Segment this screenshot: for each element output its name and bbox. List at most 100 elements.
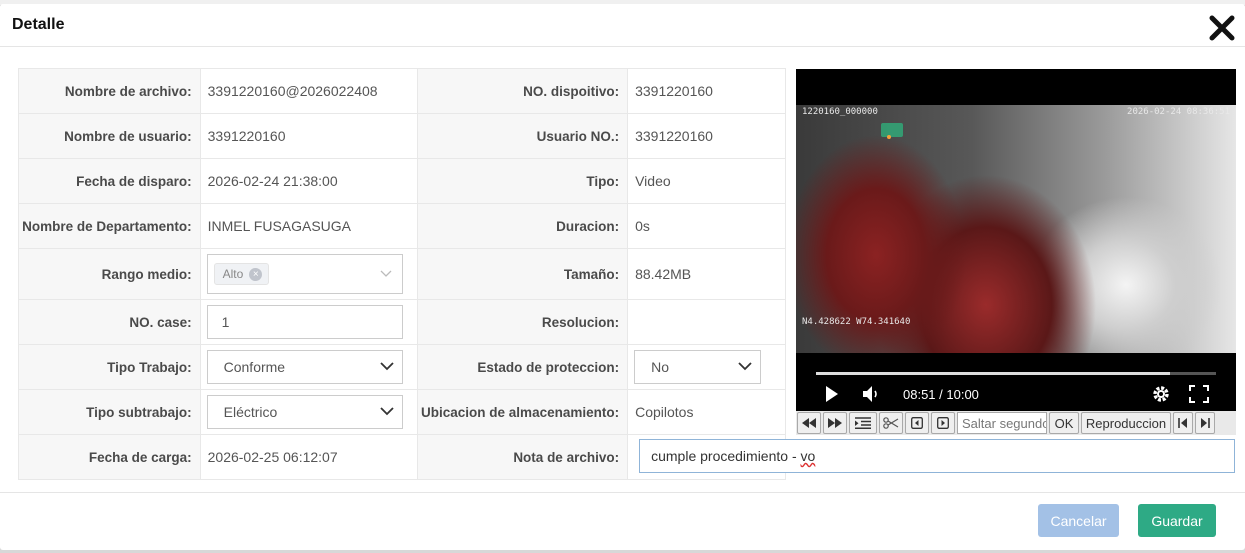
scissors-icon [883,417,899,429]
label-usuario-no: Usuario NO.: [416,113,629,159]
tipo-trabajo-value: Conforme [223,359,286,375]
label-nombre-usuario: Nombre de usuario: [18,113,201,159]
nota-archivo-text: cumple procedimiento - [651,448,801,464]
table-row: Nombre de Departamento: INMEL FUSAGASUGA… [18,203,786,249]
modal-footer: Cancelar Guardar [0,492,1245,546]
rango-medio-tag: Alto × [213,263,270,285]
ok-button[interactable]: OK [1049,412,1079,434]
modal-title: Detalle [12,16,65,33]
chevron-down-icon [380,270,392,277]
chevron-down-icon [738,362,752,371]
save-button[interactable]: Guardar [1138,504,1216,537]
label-tipo: Tipo: [416,158,629,204]
label-tamano: Tamaño: [416,248,629,300]
chevron-down-icon [379,407,394,416]
table-row: Fecha de carga: 2026-02-25 06:12:07 Nota… [18,434,1236,480]
frame-back-button[interactable] [905,412,929,434]
cut-button[interactable] [879,412,903,434]
video-controls: 08:51 / 10:00 [796,379,1236,409]
rewind-icon [802,418,816,428]
skip-end-button[interactable] [1195,412,1215,434]
video-green-light [881,123,903,137]
label-ubicacion: Ubicacion de almacenamiento: [416,389,629,435]
video-time: 08:51 / 10:00 [903,387,979,402]
nota-archivo-misspelled: vo [800,448,816,464]
estado-proteccion-select[interactable]: No [634,350,762,384]
list-indent-icon [855,417,871,429]
video-overlay-id: 1220160_000000 [802,107,878,117]
tag-remove-icon[interactable]: × [249,267,263,281]
playback-button[interactable]: Reproduccion [1081,412,1171,434]
value-duracion: 0s [635,218,650,234]
fast-forward-button[interactable] [823,412,847,434]
tipo-subtrabajo-value: Eléctrico [223,404,278,420]
skip-start-icon [1178,418,1187,428]
rango-medio-tag-label: Alto [222,267,244,281]
value-resolucion [634,314,635,330]
table-row: Fecha de disparo: 2026-02-24 21:38:00 Ti… [18,158,786,204]
label-nombre-archivo: Nombre de archivo: [18,68,201,114]
chevron-down-icon [379,362,394,371]
label-resolucion: Resolucion: [416,299,629,345]
video-progress-fill [816,372,1170,375]
close-icon[interactable] [1209,15,1235,41]
table-row: Tipo subtrabajo: Eléctrico Ubicacion de … [18,389,786,435]
label-rango-medio: Rango medio: [18,248,201,300]
label-duracion: Duracion: [416,203,629,249]
table-row: Rango medio: Alto × Tamaño: 88.42MB [18,248,786,300]
label-estado-proteccion: Estado de proteccion: [416,344,629,390]
nota-archivo-input[interactable]: cumple procedimiento - vo [639,439,1236,473]
no-case-input[interactable]: 1 [206,305,403,339]
value-tipo: Video [635,173,671,189]
video-progress-bar[interactable] [816,372,1216,375]
rewind-button[interactable] [797,412,821,434]
detail-form: Nombre de archivo: 3391220160@2026022408… [18,68,1236,480]
detail-table: Nombre de archivo: 3391220160@2026022408… [18,68,1236,480]
label-tipo-trabajo: Tipo Trabajo: [18,344,201,390]
playback-toolbar: Saltar segundos OK Reproduccion [796,411,1236,435]
tipo-trabajo-select[interactable]: Conforme [206,350,403,384]
video-orange-light [887,135,891,139]
volume-icon[interactable] [862,385,882,406]
frame-forward-button[interactable] [931,412,955,434]
video-overlay-timestamp: 2026-02-24 08:36:51 [1127,107,1230,117]
table-row: Tipo Trabajo: Conforme Estado de protecc… [18,344,786,390]
rango-medio-select[interactable]: Alto × [206,254,403,294]
frame-forward-icon [937,417,949,429]
value-fecha-carga: 2026-02-25 06:12:07 [207,449,338,465]
cancel-button[interactable]: Cancelar [1038,504,1119,537]
label-fecha-carga: Fecha de carga: [18,434,201,480]
value-tamano: 88.42MB [635,266,692,282]
label-no-dispositivo: NO. dispoitivo: [416,68,629,114]
modal-header: Detalle [0,4,1245,47]
value-nombre-usuario: 3391220160 [207,128,286,144]
value-ubicacion: Copilotos [635,404,694,420]
table-row: Nombre de archivo: 3391220160@2026022408… [18,68,786,114]
skip-seconds-input[interactable]: Saltar segundos [957,412,1047,434]
tipo-subtrabajo-select[interactable]: Eléctrico [206,395,403,429]
value-no-dispositivo: 3391220160 [635,83,713,99]
video-frame: 1220160_000000 2026-02-24 08:36:51 N4.42… [796,105,1236,353]
table-row: Nombre de usuario: 3391220160 Usuario NO… [18,113,786,159]
label-no-case: NO. case: [18,299,201,345]
value-usuario-no: 3391220160 [635,128,713,144]
label-departamento: Nombre de Departamento: [18,203,201,249]
label-fecha-disparo: Fecha de disparo: [18,158,201,204]
gear-icon[interactable] [1151,384,1171,407]
play-icon[interactable] [824,385,840,406]
frame-back-icon [911,417,923,429]
label-nota-archivo: Nota de archivo: [416,434,629,480]
value-fecha-disparo: 2026-02-24 21:38:00 [207,173,338,189]
video-player[interactable]: 1220160_000000 2026-02-24 08:36:51 N4.42… [796,69,1236,411]
table-row: NO. case: 1 Resolucion: [18,299,786,345]
value-nombre-archivo: 3391220160@2026022408 [207,83,378,99]
video-overlay-gps: N4.428622 W74.341640 [802,317,911,327]
skip-end-icon [1201,418,1210,428]
label-tipo-subtrabajo: Tipo subtrabajo: [18,389,201,435]
estado-proteccion-value: No [651,359,669,375]
fast-forward-icon [828,418,842,428]
list-button[interactable] [849,412,877,434]
skip-start-button[interactable] [1173,412,1193,434]
value-departamento: INMEL FUSAGASUGA [207,218,352,234]
fullscreen-icon[interactable] [1189,385,1209,406]
